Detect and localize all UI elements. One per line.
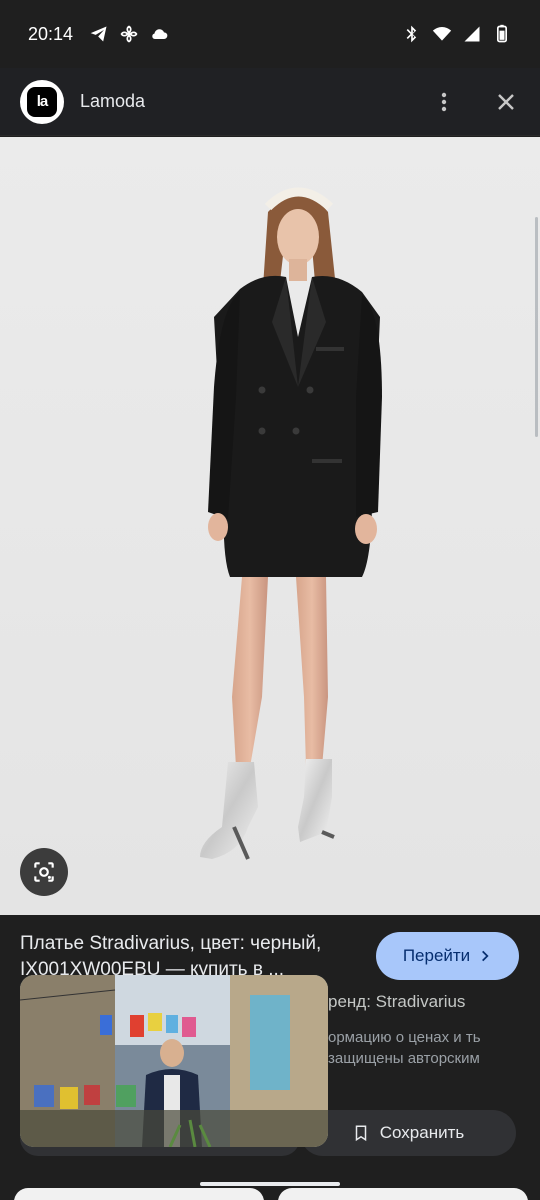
bluetooth-icon <box>402 24 422 44</box>
lens-icon <box>34 862 54 882</box>
visit-button[interactable]: Перейти <box>376 932 519 980</box>
site-logo[interactable]: la <box>20 79 64 124</box>
home-indicator[interactable] <box>200 1182 340 1186</box>
cloud-icon <box>149 24 169 44</box>
signal-icon <box>462 24 482 44</box>
wifi-icon <box>432 24 452 44</box>
video-frame <box>20 975 328 1147</box>
status-right-icons <box>402 24 512 44</box>
battery-icon <box>492 24 512 44</box>
more-options-icon[interactable] <box>430 88 458 116</box>
scroll-indicator[interactable] <box>535 217 538 437</box>
chevron-right-icon <box>482 950 489 962</box>
telegram-icon <box>89 24 109 44</box>
header-actions <box>430 88 520 116</box>
fan-icon <box>119 24 139 44</box>
save-button-label: Сохранить <box>379 1123 465 1142</box>
status-bar: 20:14 <box>0 0 540 68</box>
bookmark-icon <box>355 1125 366 1142</box>
status-time: 20:14 <box>28 23 74 44</box>
site-logo-mark: la <box>27 86 57 117</box>
brand-info: ренд: Stradivarius <box>328 992 466 1011</box>
pip-video-player[interactable] <box>20 975 328 1147</box>
visit-button-label: Перейти <box>402 946 471 965</box>
copyright-notice: ормацию о ценах и ть защищены авторским <box>328 1029 481 1067</box>
save-button[interactable]: Сохранить <box>300 1110 516 1156</box>
lens-search-button[interactable] <box>20 848 68 896</box>
result-card-right[interactable] <box>278 1188 528 1200</box>
result-card-left[interactable] <box>14 1188 264 1200</box>
product-image[interactable] <box>0 137 540 915</box>
close-icon[interactable] <box>492 88 520 116</box>
model-illustration <box>0 137 540 915</box>
site-name[interactable]: Lamoda <box>80 91 145 112</box>
status-left-icons <box>89 24 169 44</box>
viewer-header: la Lamoda <box>0 68 540 136</box>
